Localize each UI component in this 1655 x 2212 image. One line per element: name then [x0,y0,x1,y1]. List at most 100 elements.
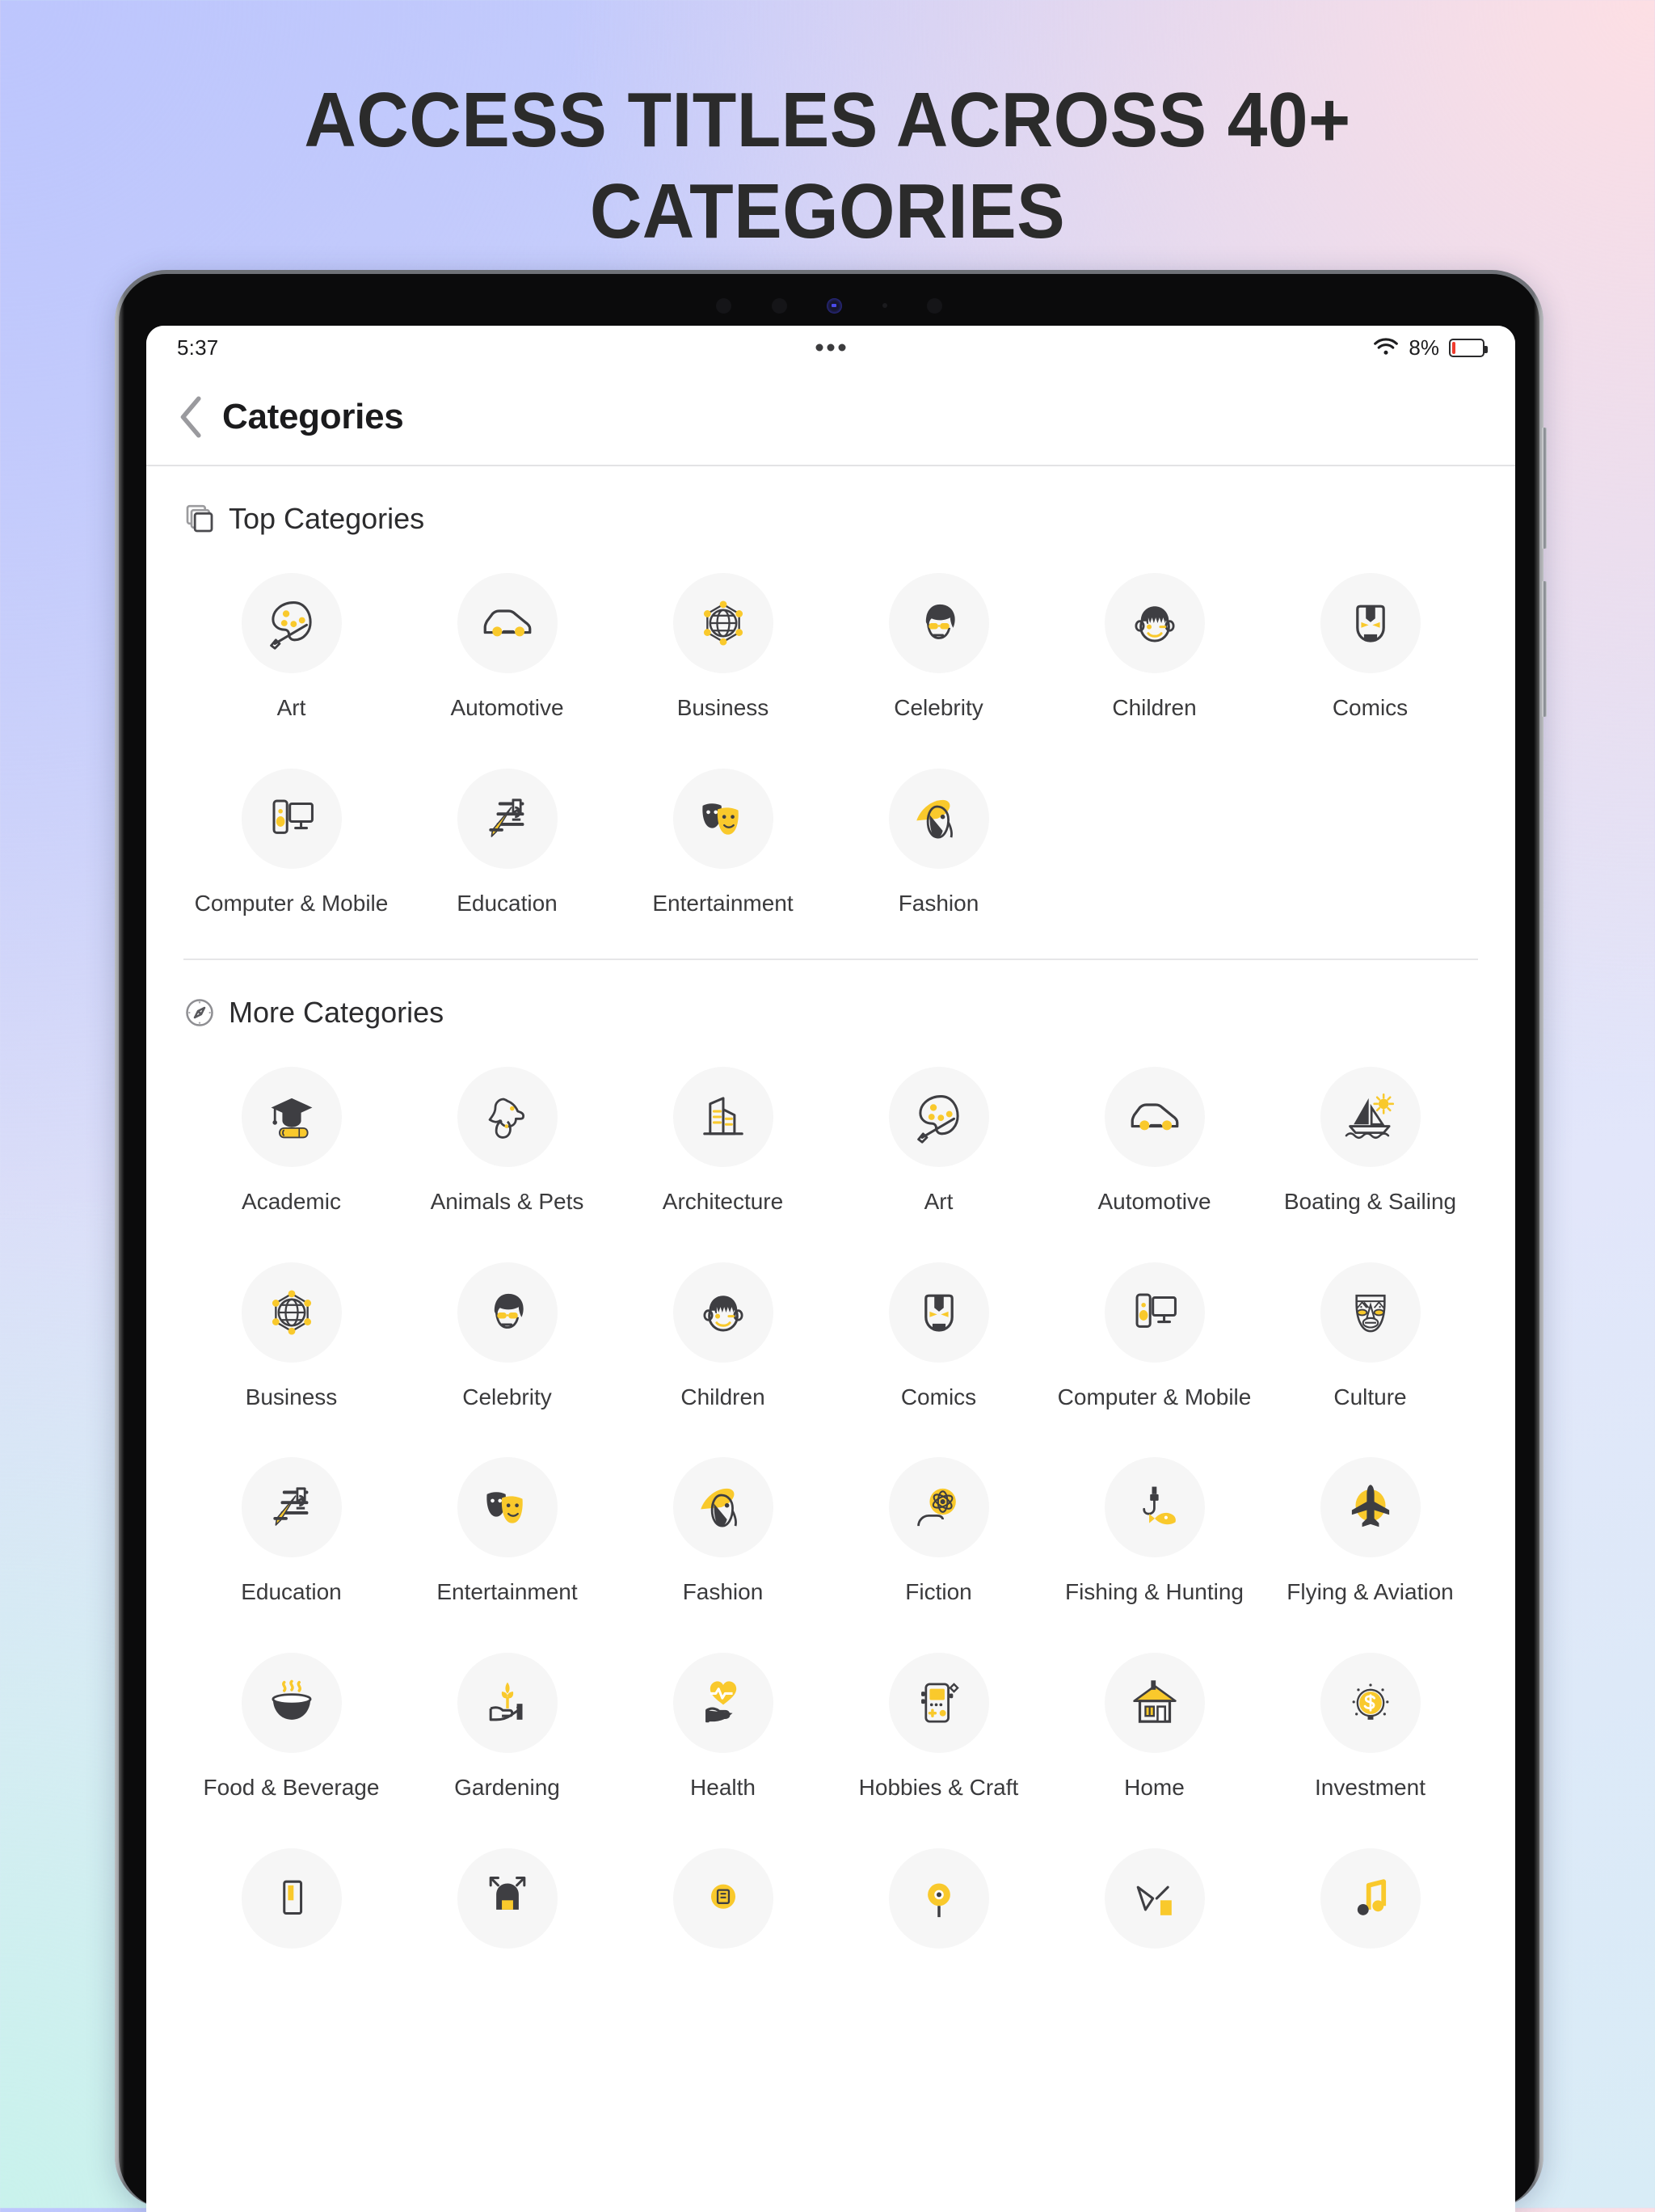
back-chevron-icon[interactable] [174,394,209,440]
category-item-culture[interactable]: Culture [1262,1233,1478,1429]
category-item-sports-partial-icon[interactable] [1046,1819,1262,1987]
sensor-dot-icon [771,297,787,314]
volume-down-button[interactable] [1542,581,1547,717]
category-item-computer-mobile[interactable]: Computer & Mobile [183,739,399,935]
category-item-health[interactable]: Health [615,1624,831,1819]
sailboat-sun-icon [1320,1067,1421,1168]
category-label: Art [924,1189,954,1215]
category-item-entertainment[interactable]: Entertainment [615,739,831,935]
hand-plant-icon [457,1652,558,1753]
face-id-sensor-icon [827,297,842,314]
category-item-comics[interactable]: Comics [831,1233,1046,1429]
category-item-flying-aviation[interactable]: Flying & Aviation [1262,1428,1478,1624]
theatre-masks-icon [457,1457,558,1558]
category-item-fiction[interactable]: Fiction [831,1428,1046,1624]
section-header-top-categories: Top Categories [183,466,1478,544]
category-label: Celebrity [462,1384,552,1409]
category-item-celebrity[interactable]: Celebrity [399,1233,615,1429]
category-item-news-partial-icon[interactable] [615,1819,831,1987]
infrared-sensor-icon [927,297,942,314]
category-item-arrows-partial-icon[interactable] [399,1819,615,1987]
category-item-home[interactable]: Home [1046,1624,1262,1819]
category-item-automotive[interactable]: Automotive [1046,1038,1262,1233]
arrows-partial-icon [457,1848,558,1949]
category-item-education[interactable]: Education [183,1428,399,1624]
category-label: Fashion [682,1579,764,1605]
category-label: Art [276,695,306,720]
ambient-light-sensor-icon [882,303,887,308]
category-item-comics[interactable]: Comics [1262,544,1478,739]
category-item-business[interactable]: Business [615,544,831,739]
category-label: Fiction [905,1579,972,1605]
category-item-eye-partial-icon[interactable] [831,1819,1046,1987]
wifi-icon [1374,338,1399,355]
category-label: Business [676,695,769,720]
tribal-mask-icon [1320,1262,1421,1363]
category-item-computer-mobile[interactable]: Computer & Mobile [1046,1233,1262,1429]
category-item-children[interactable]: Children [1046,544,1262,739]
category-label: Children [680,1384,765,1409]
category-item-gardening[interactable]: Gardening [399,1624,615,1819]
status-bar-time: 5:37 [177,335,219,360]
monitor-phone-icon [241,768,342,869]
category-item-automotive[interactable]: Automotive [399,544,615,739]
category-label: Comics [900,1384,977,1409]
dollar-coin-icon [1320,1652,1421,1753]
hand-heartbeat-icon [672,1652,773,1753]
category-label: Culture [1333,1384,1407,1409]
camera-lens-icon [716,297,731,314]
globe-network-icon [241,1262,342,1363]
category-label: Automotive [1097,1189,1211,1215]
category-item-music-partial-icon[interactable] [1262,1819,1478,1987]
sports-partial-icon [1104,1848,1205,1949]
category-label: Gardening [454,1774,560,1800]
news-partial-icon [672,1848,773,1949]
category-item-children[interactable]: Children [615,1233,831,1429]
category-item-boating-sailing[interactable]: Boating & Sailing [1262,1038,1478,1233]
child-face-icon [672,1262,773,1363]
category-item-book-partial-icon[interactable] [183,1819,399,1987]
category-label: Celebrity [894,695,983,720]
section-label: Top Categories [229,502,425,535]
stacked-squares-icon [186,504,213,533]
globe-network-icon [672,573,773,673]
category-label: Computer & Mobile [194,890,389,916]
category-item-art[interactable]: Art [183,544,399,739]
graduation-cap-icon [241,1067,342,1168]
child-face-icon [1104,573,1205,673]
category-item-art[interactable]: Art [831,1038,1046,1233]
category-item-education[interactable]: Education [399,739,615,935]
category-item-investment[interactable]: Investment [1262,1624,1478,1819]
category-label: Architecture [662,1189,784,1215]
airplane-icon [1320,1457,1421,1558]
hand-atom-icon [888,1457,989,1558]
category-item-hobbies-craft[interactable]: Hobbies & Craft [831,1624,1046,1819]
category-item-architecture[interactable]: Architecture [615,1038,831,1233]
section-header-more-categories: More Categories [183,960,1478,1038]
navigation-bar: Categories [146,369,1515,466]
category-item-food-beverage[interactable]: Food & Beverage [183,1624,399,1819]
section-top-categories: Top Categories Art Automotive Business Cele… [146,466,1515,934]
category-item-academic[interactable]: Academic [183,1038,399,1233]
category-item-celebrity[interactable]: Celebrity [831,544,1046,739]
tablet-screen: 5:37 8% Categories Top Categories Art Au… [146,326,1515,2212]
category-item-fashion[interactable]: Fashion [831,739,1046,935]
category-label: Comics [1332,695,1409,720]
category-label: Entertainment [652,890,794,916]
theatre-masks-icon [672,768,773,869]
category-item-animals-pets[interactable]: Animals & Pets [399,1038,615,1233]
books-pencil-icon [241,1457,342,1558]
status-bar: 5:37 8% [146,326,1515,369]
category-label: Investment [1315,1774,1425,1800]
category-item-fashion[interactable]: Fashion [615,1428,831,1624]
category-item-fishing-hunting[interactable]: Fishing & Hunting [1046,1428,1262,1624]
top-categories-grid: Art Automotive Business Celebrity Children Co… [183,544,1478,934]
tablet-device-frame: 5:37 8% Categories Top Categories Art Au… [115,270,1547,2212]
category-item-business[interactable]: Business [183,1233,399,1429]
category-label: Fashion [898,890,979,916]
volume-up-button[interactable] [1542,428,1547,549]
category-label: Automotive [450,695,564,720]
category-item-entertainment[interactable]: Entertainment [399,1428,615,1624]
bezel-sensor-array [716,295,942,316]
ironman-mask-icon [888,1262,989,1363]
